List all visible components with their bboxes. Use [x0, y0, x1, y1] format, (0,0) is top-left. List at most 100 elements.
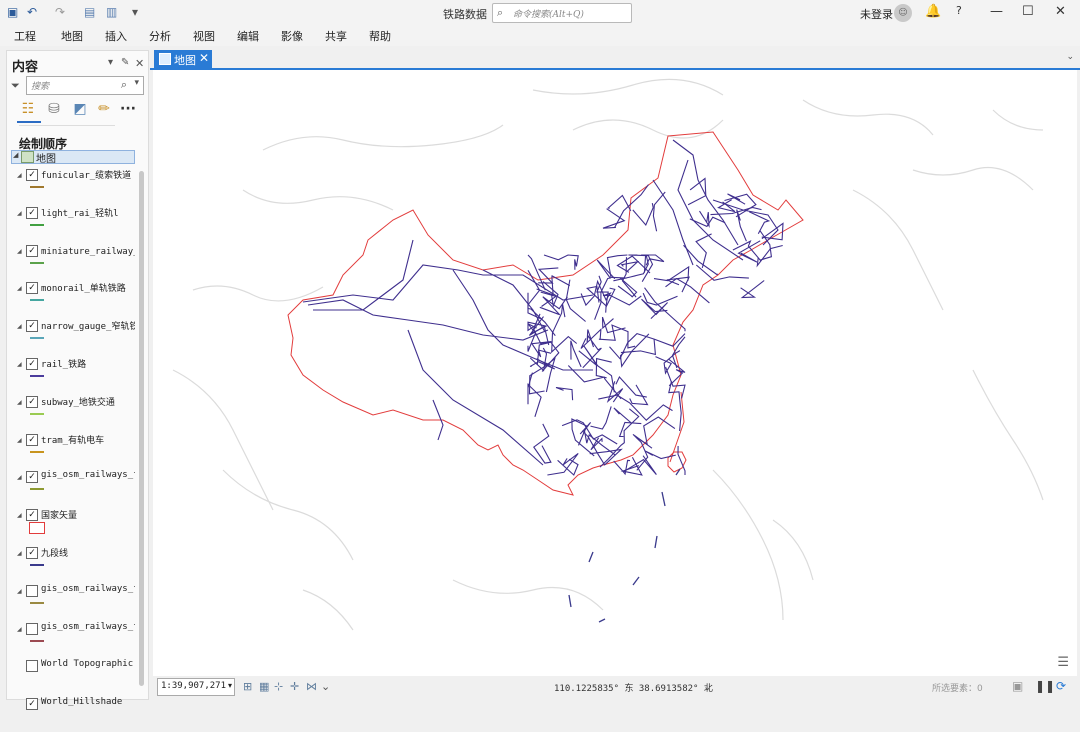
chevron-down-icon[interactable]: ▾: [134, 78, 139, 88]
command-search-input[interactable]: ⌕ 命令搜索(Alt+Q): [492, 3, 632, 23]
menu-insert[interactable]: 插入: [105, 28, 127, 44]
menu-help[interactable]: 帮助: [369, 28, 391, 44]
extent-icon[interactable]: ⊞: [243, 680, 252, 693]
expand-icon[interactable]: ◢: [17, 323, 22, 330]
layer-item[interactable]: ◢ gis_osm_railways_free_1: [15, 584, 135, 619]
line-symbol[interactable]: [30, 261, 44, 264]
menu-analysis[interactable]: 分析: [149, 28, 171, 44]
menu-map[interactable]: 地图: [61, 28, 83, 44]
layer-item[interactable]: ◢ ✓ monorail_单轨铁路: [15, 282, 135, 316]
snapping-icon[interactable]: ⊹: [274, 680, 283, 693]
line-symbol[interactable]: [30, 299, 44, 302]
layer-item[interactable]: ◢ ✓ 国家矢量: [15, 509, 135, 543]
expand-icon[interactable]: ◢: [17, 172, 22, 179]
layer-item[interactable]: ◢ ✓gis_osm_railways_free_1: [15, 470, 135, 505]
refresh-cache-icon[interactable]: ▣: [1012, 679, 1023, 693]
minimize-button[interactable]: —: [990, 4, 1003, 19]
menu-project[interactable]: 工程: [14, 28, 36, 44]
expand-icon[interactable]: ◢: [17, 399, 22, 406]
sign-in-status[interactable]: 未登录: [860, 6, 893, 22]
layer-item[interactable]: ◢ gis_osm_railways_free_1: [15, 622, 135, 657]
expand-icon[interactable]: ◢: [17, 626, 22, 633]
line-symbol[interactable]: [30, 601, 44, 604]
layer-visibility-checkbox[interactable]: ✓: [26, 282, 38, 295]
layer-item[interactable]: World Topographic Map: [15, 659, 135, 694]
line-symbol[interactable]: [30, 412, 44, 415]
layer-item[interactable]: ◢ ✓miniature_railway_迷你铁路: [15, 244, 135, 279]
layer-visibility-checkbox[interactable]: ✓: [26, 698, 38, 711]
notification-icon[interactable]: 🔔: [925, 4, 941, 19]
open-project-icon[interactable]: ▥: [106, 5, 117, 19]
collapse-icon[interactable]: ◢: [13, 151, 18, 159]
chevron-down-icon[interactable]: ⌄: [321, 680, 330, 693]
contents-search-input[interactable]: 搜索 ⌕ ▾: [26, 76, 144, 95]
line-symbol[interactable]: [30, 488, 44, 491]
layer-visibility-checkbox[interactable]: ✓: [26, 547, 38, 559]
layer-visibility-checkbox[interactable]: [26, 584, 38, 597]
layer-visibility-checkbox[interactable]: ✓: [26, 320, 38, 333]
menu-edit[interactable]: 编辑: [237, 28, 259, 44]
map-view[interactable]: ☰: [153, 70, 1077, 676]
menu-share[interactable]: 共享: [325, 28, 347, 44]
pause-drawing-icon[interactable]: ⋈: [306, 680, 317, 693]
line-symbol[interactable]: [30, 186, 44, 188]
layer-item[interactable]: ◢ ✓ 九段线: [15, 547, 135, 581]
layer-visibility-checkbox[interactable]: ✓: [26, 471, 38, 484]
refresh-icon[interactable]: ⟳: [1056, 679, 1066, 693]
drawing-order-icon[interactable]: ☷: [19, 100, 37, 118]
layer-item[interactable]: ◢ ✓ subway_地铁交通: [15, 395, 135, 430]
more-icon[interactable]: ···: [119, 100, 137, 118]
pane-options-icon[interactable]: ▾: [108, 57, 113, 68]
line-symbol[interactable]: [30, 223, 44, 226]
expand-icon[interactable]: ◢: [17, 474, 22, 481]
layer-item[interactable]: ◢ ✓ funicular_缆索铁道: [15, 169, 135, 203]
expand-icon[interactable]: ◢: [17, 248, 22, 255]
contents-scrollbar[interactable]: [139, 171, 144, 686]
customize-toolbar-icon[interactable]: ▾: [132, 5, 138, 19]
close-button[interactable]: ✕: [1055, 4, 1066, 19]
layer-visibility-checkbox[interactable]: [26, 622, 38, 635]
scale-selector[interactable]: 1:39,907,271 ▾: [157, 678, 235, 696]
filter-icon[interactable]: ⏷: [11, 79, 20, 93]
expand-icon[interactable]: ◢: [17, 588, 22, 595]
layer-visibility-checkbox[interactable]: [26, 660, 38, 673]
map-canvas[interactable]: [153, 70, 1077, 676]
expand-icon[interactable]: ◢: [17, 285, 22, 292]
grid-icon[interactable]: ▦: [259, 680, 269, 693]
map-node[interactable]: ◢ 地图: [11, 150, 135, 165]
help-icon[interactable]: ?: [956, 4, 962, 17]
tab-list-chevron-icon[interactable]: ⌄: [1066, 52, 1074, 62]
menu-imagery[interactable]: 影像: [281, 28, 303, 44]
layer-visibility-checkbox[interactable]: ✓: [26, 244, 38, 257]
layer-visibility-checkbox[interactable]: ✓: [26, 169, 38, 181]
edit-icon[interactable]: ✏: [95, 100, 113, 118]
expand-icon[interactable]: ◢: [17, 210, 22, 217]
new-project-icon[interactable]: ▤: [84, 5, 95, 19]
line-symbol[interactable]: [30, 375, 44, 377]
selection-icon[interactable]: ◩: [71, 100, 89, 118]
app-icon[interactable]: ▣: [7, 5, 18, 19]
redo-icon[interactable]: ↷: [55, 5, 65, 19]
close-pane-icon[interactable]: ✕: [135, 57, 144, 70]
crosshair-icon[interactable]: ✛: [290, 680, 299, 693]
expand-icon[interactable]: ◢: [17, 512, 22, 519]
layer-visibility-checkbox[interactable]: ✓: [26, 433, 38, 446]
overview-icon[interactable]: ☰: [1057, 655, 1069, 670]
menu-view[interactable]: 视图: [193, 28, 215, 44]
data-source-icon[interactable]: ⛁: [45, 100, 63, 118]
polygon-symbol[interactable]: [29, 522, 45, 535]
undo-icon[interactable]: ↶: [27, 5, 37, 19]
line-symbol[interactable]: [30, 564, 44, 566]
line-symbol[interactable]: [30, 337, 44, 340]
expand-icon[interactable]: ◢: [17, 361, 22, 368]
expand-icon[interactable]: ◢: [17, 437, 22, 444]
pin-icon[interactable]: ✎: [121, 57, 129, 68]
layer-item[interactable]: ◢ ✓narrow_gauge_窄轨铁路: [15, 320, 135, 354]
layer-visibility-checkbox[interactable]: ✓: [26, 395, 38, 408]
tab-map[interactable]: 地图 ✕: [154, 50, 212, 68]
layer-visibility-checkbox[interactable]: ✓: [26, 358, 38, 370]
line-symbol[interactable]: [30, 450, 44, 453]
chevron-down-icon[interactable]: ▾: [228, 681, 232, 690]
line-symbol[interactable]: [30, 639, 44, 642]
avatar[interactable]: ☺: [894, 4, 912, 22]
